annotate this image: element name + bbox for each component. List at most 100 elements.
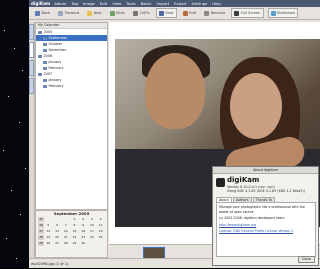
- day-cell[interactable]: 2: [79, 217, 88, 222]
- slideshow-icon: [270, 10, 276, 16]
- menu-batch[interactable]: Batch: [141, 1, 152, 6]
- day-cell[interactable]: 28: [61, 241, 70, 246]
- menu-import[interactable]: Import: [156, 1, 169, 6]
- folder-icon: [38, 54, 42, 58]
- day-cell[interactable]: 14: [61, 229, 70, 234]
- slide-button[interactable]: Slide: [108, 9, 127, 17]
- menu-tag[interactable]: Tag: [71, 1, 77, 6]
- day-cell[interactable]: [44, 217, 53, 222]
- day-cell[interactable]: 1: [70, 217, 79, 222]
- menu-settings[interactable]: Settings: [192, 1, 208, 6]
- view-icon: [158, 10, 164, 16]
- edit-button[interactable]: Edit: [181, 9, 198, 17]
- day-cell[interactable]: 9: [79, 223, 88, 228]
- forward-arrow-icon: [58, 10, 64, 16]
- zoom-icon: [132, 10, 138, 16]
- day-cell[interactable]: 29: [70, 241, 79, 246]
- about-license-link[interactable]: License: GNU General Public License Vers…: [219, 229, 313, 234]
- menu-album[interactable]: Album: [54, 1, 66, 6]
- tab-albums[interactable]: [29, 24, 34, 40]
- day-cell[interactable]: 4: [96, 217, 105, 222]
- back-button[interactable]: Back: [33, 9, 52, 17]
- day-cell[interactable]: [53, 217, 62, 222]
- day-cell[interactable]: 7: [61, 223, 70, 228]
- calendar-tree-panel: My Calendar 2005 September October Decem…: [35, 22, 108, 210]
- calendar-icon: [43, 60, 47, 64]
- new-album-icon: [87, 10, 93, 16]
- menu-export[interactable]: Export: [174, 1, 186, 6]
- slideshow-button[interactable]: Slideshow: [267, 8, 299, 18]
- day-cell[interactable]: 17: [88, 229, 97, 234]
- calendar-icon: [43, 48, 47, 52]
- day-cell[interactable]: 23: [79, 235, 88, 240]
- view-button[interactable]: View: [155, 8, 177, 18]
- day-cell[interactable]: 26: [44, 241, 53, 246]
- calendar-grid: 35 1 2 3 4 36 5 6 7 8 9 10 11 37 12 13 1…: [36, 217, 107, 246]
- about-kde-version: Using KDE 4.1.65 (KDE 4.1.65 (KDE 4.2 Be…: [227, 189, 305, 193]
- app-name: digiKam: [31, 1, 51, 6]
- fullscreen-icon: [234, 10, 240, 16]
- tab-searches[interactable]: [29, 78, 34, 94]
- calendar-icon: [43, 78, 47, 82]
- main-toolbar: Back Forward New Slide 100% View Edit Re…: [29, 7, 320, 20]
- dialog-title: About digiKam: [213, 167, 318, 174]
- day-cell[interactable]: 10: [88, 223, 97, 228]
- calendar-icon: [43, 84, 47, 88]
- day-cell[interactable]: [96, 241, 105, 246]
- day-cell[interactable]: 24: [88, 235, 97, 240]
- about-dialog: About digiKam digiKam Version 0.10.0-rc1…: [212, 166, 319, 266]
- day-cell[interactable]: 19: [44, 235, 53, 240]
- close-button[interactable]: Close: [297, 256, 315, 263]
- day-cell[interactable]: [61, 217, 70, 222]
- menu-bar: digiKam Album Tag Image Edit View Tools …: [29, 0, 320, 7]
- day-cell[interactable]: 12: [44, 229, 53, 234]
- day-cell[interactable]: 3: [88, 217, 97, 222]
- day-cell[interactable]: 15: [70, 229, 79, 234]
- about-description: Manage your photographs like a professio…: [219, 205, 305, 214]
- photo-subject: [230, 73, 282, 139]
- menu-edit[interactable]: Edit: [100, 1, 107, 6]
- fullscreen-button[interactable]: Full Screen: [231, 8, 264, 18]
- day-cell[interactable]: 13: [53, 229, 62, 234]
- tab-tags[interactable]: [29, 60, 34, 76]
- day-cell[interactable]: 5: [44, 223, 53, 228]
- menu-image[interactable]: Image: [83, 1, 95, 6]
- day-cell[interactable]: [88, 241, 97, 246]
- day-cell[interactable]: 11: [96, 223, 105, 228]
- new-button[interactable]: New: [85, 9, 103, 17]
- about-copyright: (c) 2002-2008, digiKam developers team: [219, 216, 285, 220]
- day-cell[interactable]: 16: [79, 229, 88, 234]
- day-cell[interactable]: 20: [53, 235, 62, 240]
- calendar-icon: [43, 36, 47, 40]
- forward-button[interactable]: Forward: [56, 9, 81, 17]
- about-app-name: digiKam: [227, 176, 260, 184]
- calendar-icon: [43, 42, 47, 46]
- rename-button[interactable]: Rename: [202, 9, 227, 17]
- day-cell[interactable]: 18: [96, 229, 105, 234]
- menu-view[interactable]: View: [112, 1, 121, 6]
- calendar-icon: [43, 66, 47, 70]
- menu-tools[interactable]: Tools: [126, 1, 135, 6]
- day-cell[interactable]: 21: [61, 235, 70, 240]
- day-cell[interactable]: 22: [70, 235, 79, 240]
- photo-subject: [145, 53, 205, 129]
- day-cell[interactable]: 8: [70, 223, 79, 228]
- day-cell[interactable]: 25: [96, 235, 105, 240]
- back-arrow-icon: [35, 10, 40, 16]
- slide-icon: [109, 10, 115, 16]
- edit-icon: [182, 10, 188, 16]
- tab-calendar[interactable]: [29, 42, 34, 58]
- day-cell[interactable]: 6: [53, 223, 62, 228]
- day-cell[interactable]: 30: [79, 241, 88, 246]
- rename-icon: [204, 10, 210, 16]
- folder-icon: [38, 72, 42, 76]
- month-calendar: September 2005 35 1 2 3 4 36 5 6 7 8 9 1…: [35, 210, 108, 258]
- digikam-camera-icon: [216, 178, 225, 187]
- zoom-button[interactable]: 100%: [131, 9, 152, 17]
- desktop-background: [0, 0, 29, 268]
- about-body: Manage your photographs like a professio…: [216, 202, 316, 257]
- about-homepage-link[interactable]: http://www.digikam.org: [219, 223, 313, 228]
- menu-help[interactable]: Help: [212, 1, 221, 6]
- tree-month-february[interactable]: February: [36, 83, 107, 89]
- day-cell[interactable]: 27: [53, 241, 62, 246]
